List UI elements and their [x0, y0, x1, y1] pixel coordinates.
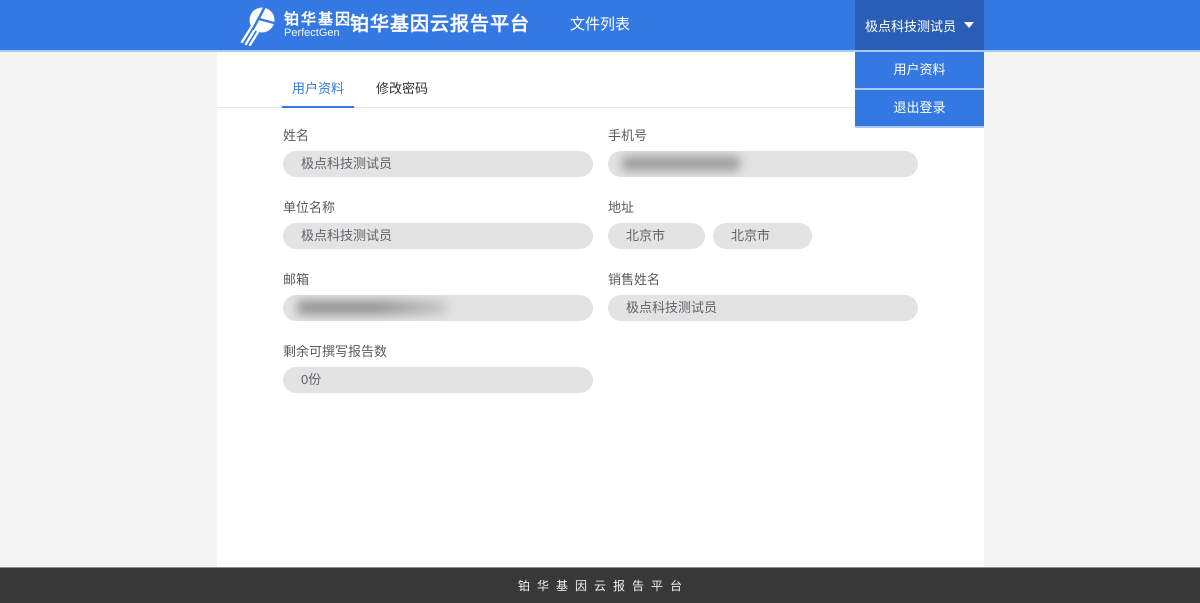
tab-user-profile[interactable]: 用户资料 [282, 78, 354, 108]
field-company-label: 单位名称 [283, 200, 593, 216]
masked-phone-value [622, 156, 740, 171]
field-email-label: 邮箱 [283, 272, 593, 288]
field-remaining-reports-input[interactable]: 0份 [283, 367, 593, 393]
field-email: 邮箱 [283, 272, 593, 321]
field-company-input[interactable]: 极点科技测试员 [283, 223, 593, 249]
field-remaining-reports-label: 剩余可撰写报告数 [283, 344, 593, 360]
field-name-input[interactable]: 极点科技测试员 [283, 151, 593, 177]
footer-title: 铂华基因云报告平台 [511, 577, 689, 594]
user-menu-trigger[interactable]: 极点科技测试员 [855, 0, 984, 50]
field-address: 地址 北京市 北京市 [608, 200, 918, 249]
field-sales-name-input[interactable]: 极点科技测试员 [608, 295, 918, 321]
field-address-province-input[interactable]: 北京市 [608, 223, 705, 249]
app-footer: 铂华基因云报告平台 [0, 567, 1200, 603]
menu-item-user-profile[interactable]: 用户资料 [855, 52, 984, 90]
page-title: 铂华基因云报告平台 [350, 0, 530, 50]
field-name-label: 姓名 [283, 128, 593, 144]
field-sales-name-label: 销售姓名 [608, 272, 918, 288]
field-address-city-input[interactable]: 北京市 [713, 223, 812, 249]
logo-text-en: PerfectGen [284, 28, 352, 40]
logo-text-cn: 铂华基因 [284, 12, 352, 28]
menu-item-logout[interactable]: 退出登录 [855, 90, 984, 128]
field-email-input[interactable] [283, 295, 593, 321]
caret-down-icon [964, 22, 974, 28]
field-remaining-reports: 剩余可撰写报告数 0份 [283, 344, 593, 393]
logo-text: 铂华基因 PerfectGen [284, 12, 352, 39]
app-header: 铂华基因 PerfectGen 铂华基因云报告平台 文件列表 极点科技测试员 [0, 0, 1200, 52]
field-phone: 手机号 [608, 128, 918, 177]
masked-email-value [297, 300, 447, 315]
field-name: 姓名 极点科技测试员 [283, 128, 593, 177]
perfectgen-logo-icon [238, 6, 278, 46]
field-sales-name: 销售姓名 极点科技测试员 [608, 272, 918, 321]
user-menu-label: 极点科技测试员 [865, 16, 956, 35]
profile-form: 姓名 极点科技测试员 手机号 单位名称 极点科技测试员 地址 北京市 北京市 邮… [283, 128, 984, 416]
field-phone-label: 手机号 [608, 128, 918, 144]
field-phone-input[interactable] [608, 151, 918, 177]
brand-logo: 铂华基因 PerfectGen [238, 6, 352, 46]
tab-change-password[interactable]: 修改密码 [366, 78, 438, 108]
profile-card: 用户资料 修改密码 姓名 极点科技测试员 手机号 单位名称 极点科技测试员 地址… [217, 52, 984, 567]
nav-item-file-list[interactable]: 文件列表 [570, 0, 630, 50]
field-company: 单位名称 极点科技测试员 [283, 200, 593, 249]
field-address-label: 地址 [608, 200, 918, 216]
user-dropdown-menu: 用户资料 退出登录 [855, 52, 984, 128]
